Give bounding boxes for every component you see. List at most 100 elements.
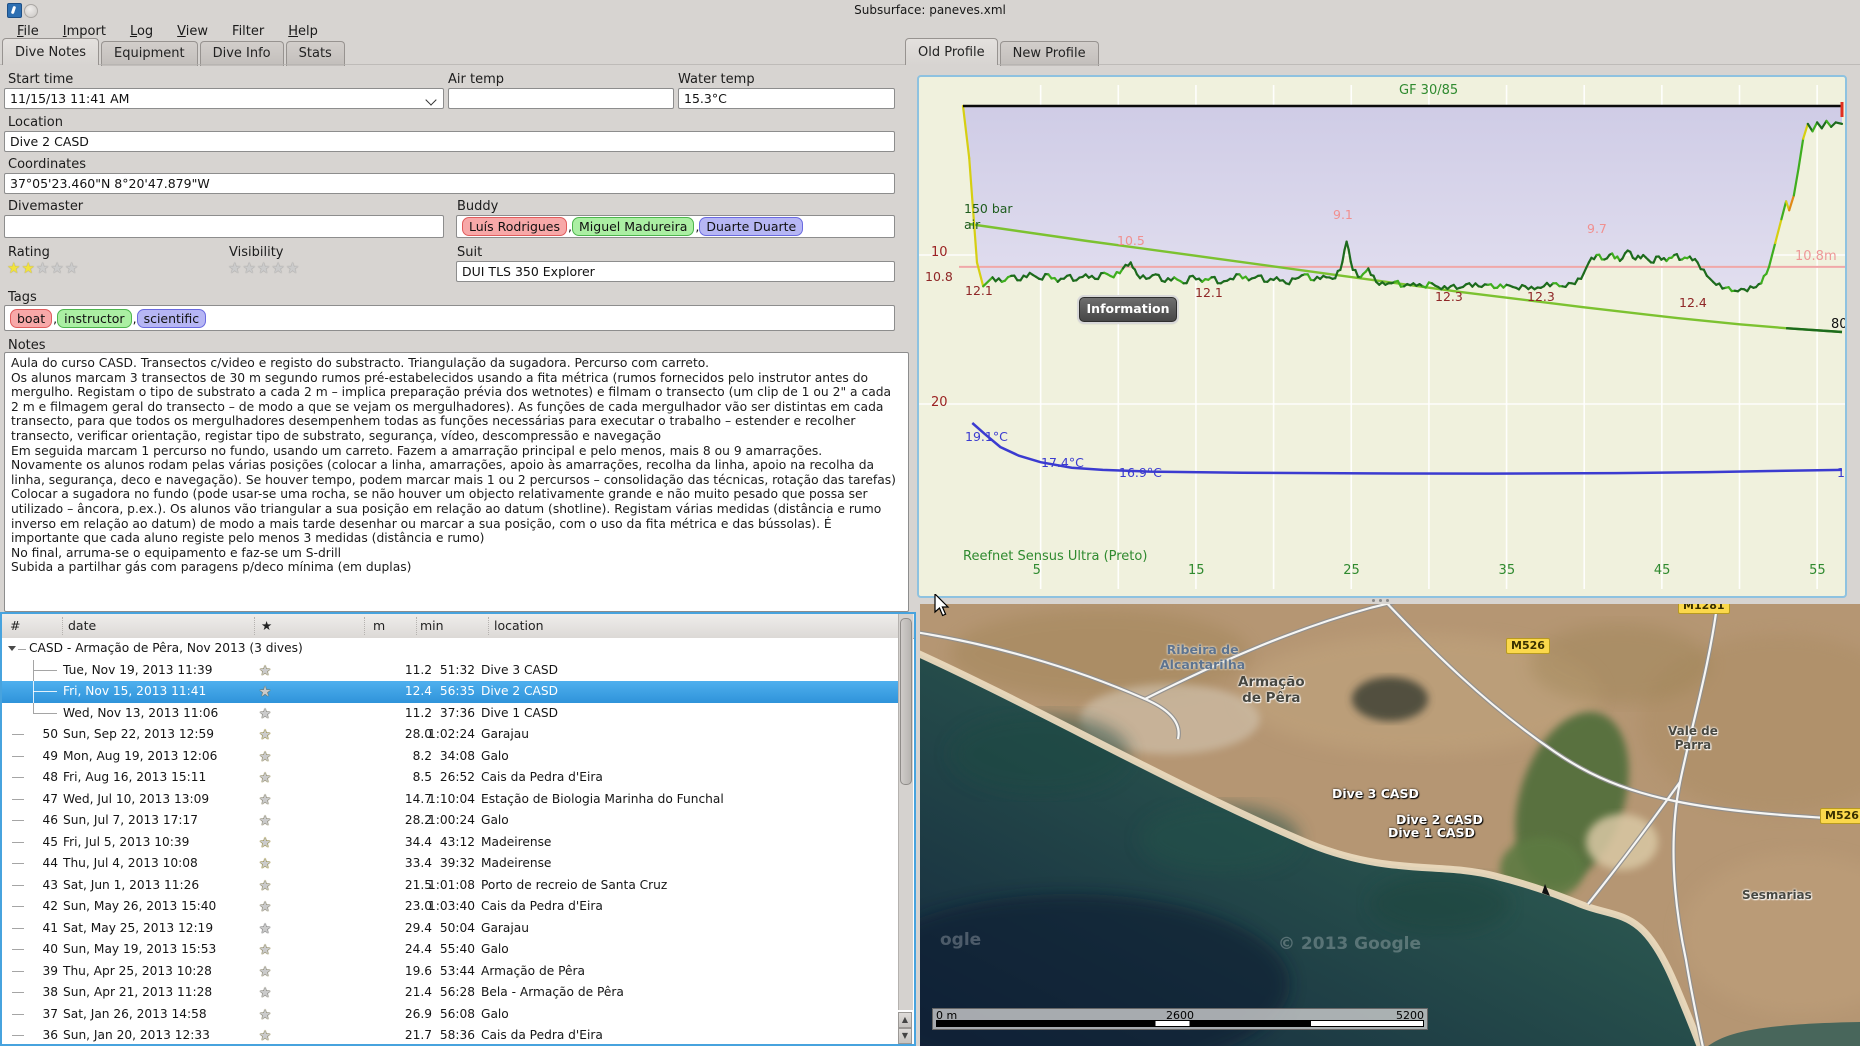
air-temp-field[interactable] — [448, 88, 674, 109]
time-axis-tick-3: 35 — [1498, 563, 1516, 578]
dive-row[interactable]: 46 Sun, Jul 7, 2013 17:17 28.2 1:00:24 Galo ★… — [2, 810, 900, 832]
dive-row[interactable]: 43 Sat, Jun 1, 2013 11:26 21.5 1:01:08 Porto… — [2, 874, 900, 896]
road-badge-icon: M526 — [1506, 638, 1550, 654]
sensor-label: Reefnet Sensus Ultra (Preto) — [963, 549, 1148, 564]
tab-new-profile[interactable]: New Profile — [999, 41, 1099, 66]
star-icon: ★ — [259, 813, 272, 829]
buddy-field[interactable]: Luís Rodrigues, Miguel Madureira, Duarte… — [456, 215, 895, 238]
tab-dive-info[interactable]: Dive Info — [199, 41, 284, 66]
dive-row[interactable]: 49 Mon, Aug 19, 2013 12:06 8.2 34:08 Galo ★ ★ ★… — [2, 745, 900, 767]
scroll-up-button[interactable]: ▲ — [898, 1012, 912, 1028]
location-label: Location — [8, 115, 63, 130]
map-place-label-2: Vale de Parra — [1668, 724, 1718, 752]
map-place-label-0: Armação de Pêra — [1238, 674, 1305, 706]
dive-row[interactable]: 50 Sun, Sep 22, 2013 12:59 28.0 1:02:24 Gara… — [2, 724, 900, 746]
column-header-0[interactable]: # — [10, 618, 20, 633]
dive-row[interactable]: Tue, Nov 19, 2013 11:39 11.2 51:32 Dive 3 C… — [2, 659, 900, 681]
menu-view[interactable]: View — [166, 22, 219, 41]
location-field[interactable] — [4, 131, 895, 152]
tag-pill[interactable]: Duarte Duarte — [699, 217, 804, 236]
column-header-5[interactable]: location — [494, 618, 544, 633]
rating-stars[interactable]: ★★★★★ — [7, 261, 79, 276]
dive-row[interactable]: 38 Sun, Apr 21, 2013 11:28 21.4 56:28 Bela -… — [2, 982, 900, 1004]
notes-field[interactable]: Aula do curso CASD. Transectos c/video e… — [4, 352, 909, 612]
star-icon: ★ — [259, 877, 272, 894]
start-time-combo[interactable]: 11/15/13 11:41 AM — [4, 88, 444, 109]
air-temp-label: Air temp — [448, 72, 504, 87]
temp-value-label-2: 16.9°C — [1119, 465, 1162, 480]
map-place-label-3: Sesmarias — [1742, 888, 1812, 902]
dive-row[interactable]: 47 Wed, Jul 10, 2013 13:09 14.7 1:10:04 Esta… — [2, 788, 900, 810]
road-badge-icon: M1281 — [1678, 604, 1730, 614]
tab-old-profile[interactable]: Old Profile — [905, 38, 998, 65]
dive-row[interactable]: 48 Fri, Aug 16, 2013 15:11 8.5 26:52 Cais da… — [2, 767, 900, 789]
dive-row[interactable]: 37 Sat, Jan 26, 2013 14:58 26.9 56:08 Galo ★ ★… — [2, 1003, 900, 1025]
tags-field[interactable]: boat, instructor, scientific — [4, 305, 895, 331]
dive-row[interactable]: 45 Fri, Jul 5, 2013 10:39 34.4 43:12 Madeire… — [2, 831, 900, 853]
dive-trip-row[interactable]: CASD - Armação de Pêra, Nov 2013 (3 dive… — [2, 638, 900, 660]
map-scale-bar: 0 m 2600 5200 — [932, 1008, 1428, 1030]
suit-field[interactable] — [456, 261, 895, 282]
water-temp-field[interactable] — [678, 88, 895, 109]
temp-value-label-0: 19.1°C — [965, 429, 1008, 444]
star-icon: ★ — [259, 748, 272, 765]
star-icon: ★ — [259, 985, 272, 1001]
dive-row[interactable]: Fri, Nov 15, 2013 11:41 12.4 56:35 Dive 2 C… — [2, 681, 900, 703]
menu-help[interactable]: Help — [277, 22, 329, 41]
coordinates-label: Coordinates — [8, 157, 87, 172]
column-header-3[interactable]: m — [373, 618, 385, 633]
star-icon: ★ — [50, 259, 65, 277]
dive-row[interactable]: Wed, Nov 13, 2013 11:06 11.2 37:36 Dive 1 C… — [2, 702, 900, 724]
time-axis-tick-5: 55 — [1809, 563, 1826, 578]
gas-label: air — [964, 217, 981, 232]
tag-pill[interactable]: Miguel Madureira — [572, 217, 695, 236]
star-icon: ★ — [259, 899, 272, 915]
visibility-label: Visibility — [229, 245, 284, 260]
tag-pill[interactable]: scientific — [136, 308, 207, 328]
tag-pill[interactable]: Luís Rodrigues — [462, 217, 568, 236]
tab-equipment[interactable]: Equipment — [101, 41, 198, 66]
temp-value-label-1: 17.4°C — [1041, 455, 1084, 470]
tag-pill[interactable]: instructor — [57, 308, 132, 328]
column-header-1[interactable]: date — [68, 618, 96, 633]
splitter-handle[interactable] — [1372, 599, 1412, 603]
mean-depth-label: 10.8m — [1795, 249, 1837, 264]
dive-list[interactable]: # date ★ m min location CASD - Armação de Pêr… — [0, 612, 916, 1046]
dive-list-header[interactable]: # date ★ m min location — [2, 614, 914, 639]
information-button[interactable]: Information — [1079, 297, 1177, 322]
suit-label: Suit — [457, 245, 483, 260]
star-icon: ★ — [259, 727, 272, 743]
divemaster-field[interactable] — [4, 215, 444, 238]
tab-stats[interactable]: Stats — [285, 41, 345, 66]
subsurface-window: Subsurface: paneves.xml File Import Log Vie… — [0, 0, 1860, 1046]
dive-row[interactable]: 44 Thu, Jul 4, 2013 10:08 33.4 39:32 Madeire… — [2, 853, 900, 875]
star-icon: ★ — [285, 259, 301, 277]
menu-log[interactable]: Log — [119, 22, 164, 41]
depth-value-label-1: 12.1 — [965, 283, 993, 298]
coordinates-field[interactable] — [4, 173, 895, 194]
depth-value-label-4: 9.1 — [1333, 207, 1353, 222]
star-icon: ★ — [259, 791, 272, 808]
chevron-down-icon[interactable] — [425, 94, 437, 106]
menu-filter[interactable]: Filter — [221, 22, 275, 41]
dive-row[interactable]: 40 Sun, May 19, 2013 15:53 24.4 55:40 Galo ★ ★… — [2, 939, 900, 961]
dive-site-map[interactable]: Armação de Pêra Ribeira de Alcantarilha Va… — [920, 604, 1860, 1046]
gf-label: GF 30/85 — [1399, 83, 1459, 98]
time-axis-tick-1: 15 — [1187, 563, 1205, 578]
column-header-2[interactable]: ★ — [261, 618, 272, 633]
dive-row[interactable]: 41 Sat, May 25, 2013 12:19 29.4 50:04 Garaja… — [2, 917, 900, 939]
tag-pill[interactable]: boat — [10, 308, 53, 328]
dive-row[interactable]: 36 Sun, Jan 20, 2013 12:33 21.7 58:36 Cais d… — [2, 1025, 900, 1044]
right-tab-bar: Old Profile New Profile — [905, 38, 1099, 66]
map-dive-label-2: Dive 1 CASD — [1388, 825, 1475, 840]
star-icon: ★ — [21, 259, 36, 277]
visibility-stars[interactable]: ★★★★★ — [228, 261, 300, 276]
dive-row[interactable]: 39 Thu, Apr 25, 2013 10:28 19.6 53:44 Armaçã… — [2, 960, 900, 982]
scroll-down-button[interactable]: ▼ — [898, 1028, 912, 1044]
dive-row[interactable]: 42 Sun, May 26, 2013 15:40 23.0 1:03:40 Cais… — [2, 896, 900, 918]
profile-canvas[interactable] — [919, 77, 1845, 596]
tab-dive-notes[interactable]: Dive Notes — [2, 38, 99, 65]
dive-list-scrollbar-handle[interactable] — [900, 618, 912, 785]
column-header-4[interactable]: min — [420, 618, 444, 633]
dive-profile-chart[interactable]: GF 30/85 150 bar air 80 10.8m 10 20 5 15 25 35 45 55… — [917, 75, 1847, 598]
